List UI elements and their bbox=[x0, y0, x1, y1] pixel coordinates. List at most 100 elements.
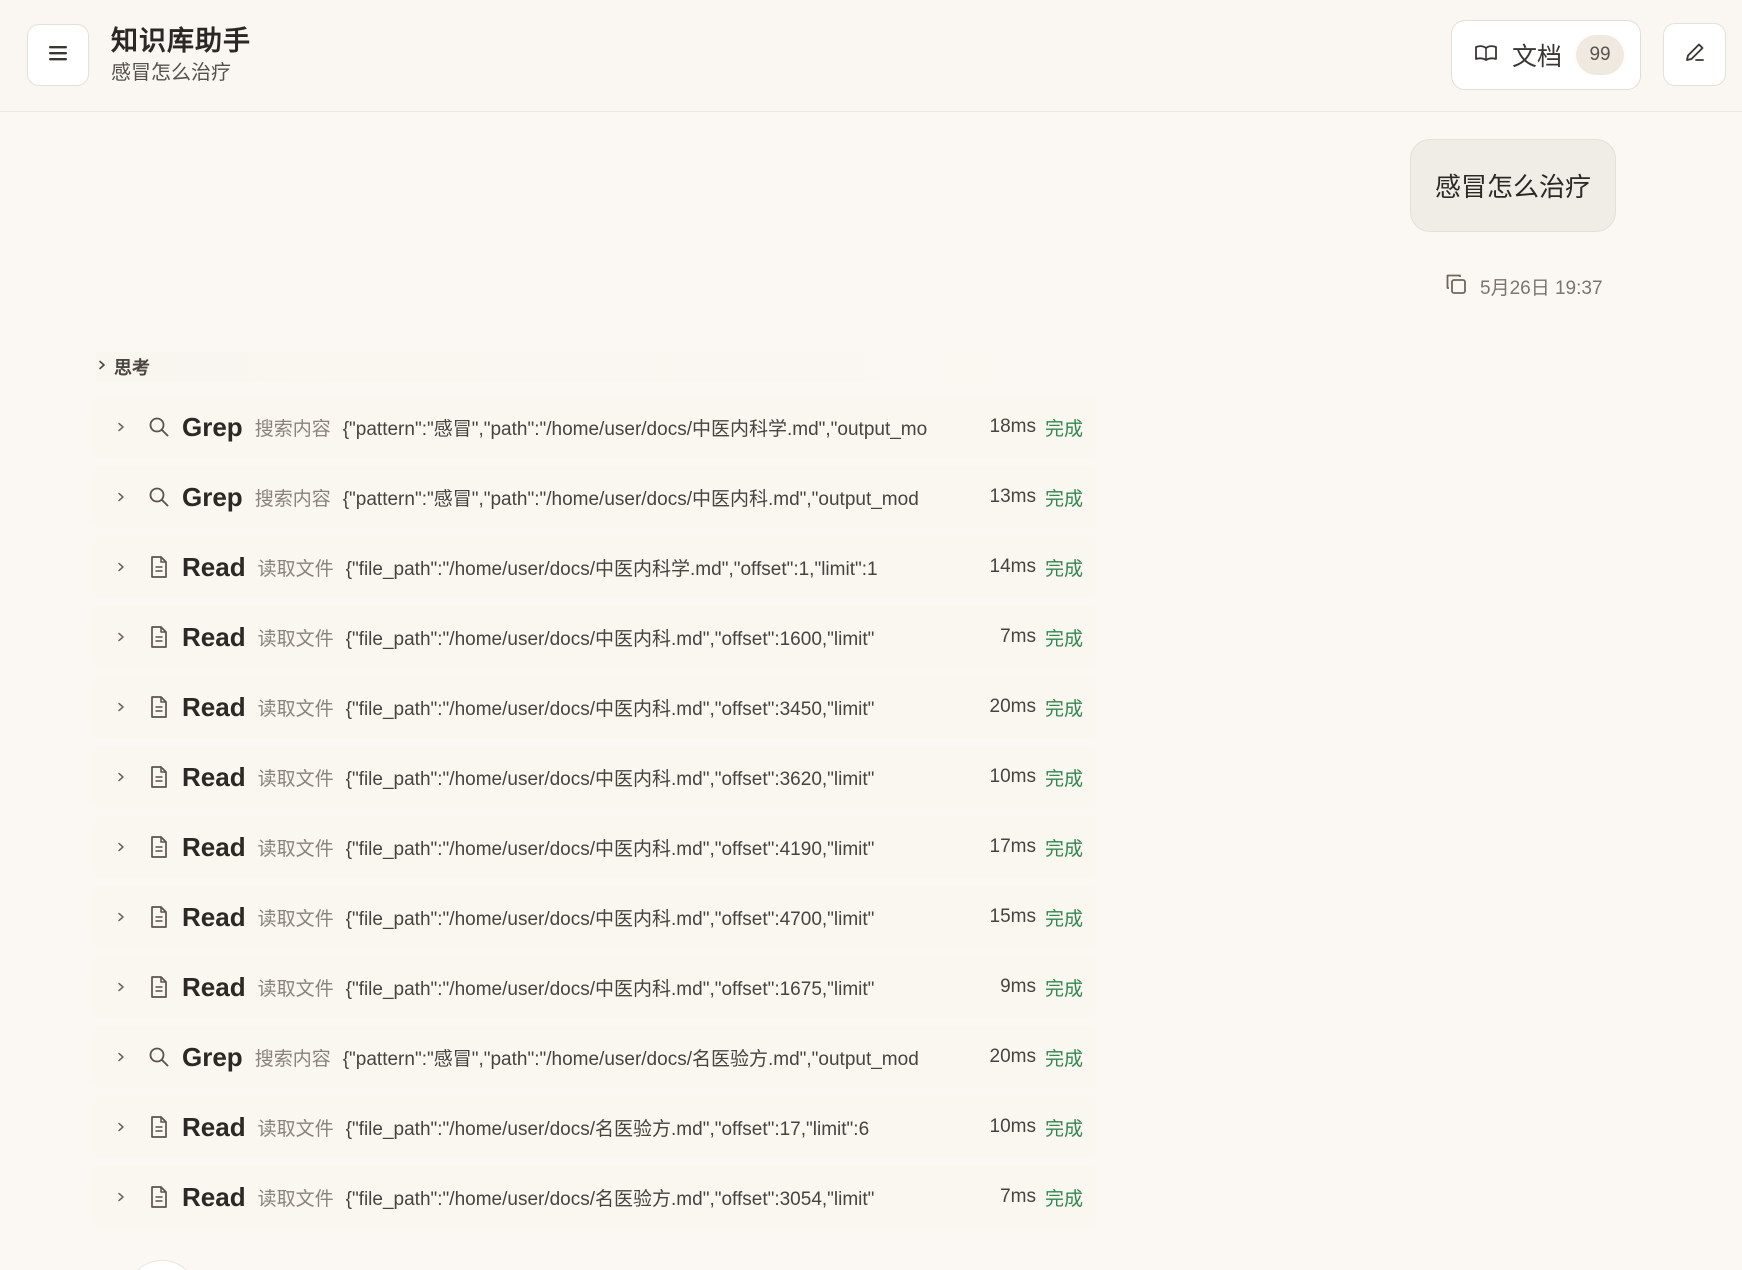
tool-duration: 9ms bbox=[1000, 976, 1036, 997]
chevron-right-icon bbox=[106, 981, 136, 993]
tool-name: Grep bbox=[182, 411, 243, 442]
chevron-right-icon bbox=[106, 701, 136, 713]
tool-duration: 7ms bbox=[1000, 626, 1036, 647]
thinking-label: 思考 bbox=[114, 358, 150, 378]
chevron-right-icon bbox=[106, 911, 136, 923]
tool-name: Read bbox=[182, 691, 246, 722]
tool-name: Read bbox=[182, 761, 246, 792]
search-icon bbox=[146, 486, 172, 508]
file-icon bbox=[146, 555, 172, 579]
tool-arguments: {"pattern":"感冒","path":"/home/user/docs/… bbox=[342, 1048, 919, 1070]
tool-name: Grep bbox=[182, 481, 243, 512]
tool-description: 搜索内容 bbox=[254, 1048, 331, 1070]
tool-name: Read bbox=[182, 831, 246, 862]
tool-arguments: {"file_path":"/home/user/docs/中医内科.md","… bbox=[345, 908, 875, 930]
tool-description: 读取文件 bbox=[257, 628, 334, 650]
tool-call-row[interactable]: Read 读取文件 {"file_path":"/home/user/docs/… bbox=[92, 676, 1098, 738]
tool-duration: 18ms bbox=[989, 416, 1036, 437]
tool-duration: 14ms bbox=[989, 556, 1036, 577]
tool-name: Grep bbox=[182, 1041, 243, 1072]
tool-status: 完成 bbox=[1044, 1188, 1083, 1210]
chevron-right-icon bbox=[106, 841, 136, 853]
tool-status: 完成 bbox=[1044, 558, 1083, 580]
new-chat-button[interactable] bbox=[1663, 23, 1726, 86]
tool-arguments: {"file_path":"/home/user/docs/中医内科学.md",… bbox=[345, 558, 878, 580]
tool-status: 完成 bbox=[1044, 978, 1083, 1000]
search-icon bbox=[146, 416, 172, 438]
tool-arguments: {"file_path":"/home/user/docs/中医内科.md","… bbox=[345, 768, 875, 790]
tool-duration: 20ms bbox=[989, 696, 1036, 717]
tool-description: 读取文件 bbox=[257, 1188, 334, 1210]
app-root: 知识库助手 感冒怎么治疗 文档 99 感冒怎么治疗 5月26日 19:37 思考… bbox=[0, 0, 1742, 1270]
tool-call-row[interactable]: Read 读取文件 {"file_path":"/home/user/docs/… bbox=[92, 886, 1098, 948]
chevron-right-icon bbox=[106, 491, 136, 503]
tool-description: 搜索内容 bbox=[254, 418, 331, 440]
tool-arguments: {"file_path":"/home/user/docs/名医验方.md","… bbox=[345, 1188, 875, 1210]
tool-status: 完成 bbox=[1044, 698, 1083, 720]
tool-call-row[interactable]: Read 读取文件 {"file_path":"/home/user/docs/… bbox=[92, 606, 1098, 668]
tool-duration: 7ms bbox=[1000, 1186, 1036, 1207]
tool-call-row[interactable]: Grep 搜索内容 {"pattern":"感冒","path":"/home/… bbox=[92, 466, 1098, 528]
tool-duration: 15ms bbox=[989, 906, 1036, 927]
chevron-right-icon bbox=[106, 1051, 136, 1063]
tool-call-list: Grep 搜索内容 {"pattern":"感冒","path":"/home/… bbox=[92, 396, 1098, 1236]
chevron-right-icon bbox=[106, 1121, 136, 1133]
file-icon bbox=[146, 695, 172, 719]
tool-description: 读取文件 bbox=[257, 698, 334, 720]
tool-call-row[interactable]: Read 读取文件 {"file_path":"/home/user/docs/… bbox=[92, 956, 1098, 1018]
tool-description: 读取文件 bbox=[257, 558, 334, 580]
tool-status: 完成 bbox=[1044, 628, 1083, 650]
tool-duration: 10ms bbox=[989, 1116, 1036, 1137]
tool-status: 完成 bbox=[1044, 908, 1083, 930]
tool-description: 读取文件 bbox=[257, 768, 334, 790]
tool-name: Read bbox=[182, 971, 246, 1002]
tool-name: Read bbox=[182, 1111, 246, 1142]
tool-call-row[interactable]: Grep 搜索内容 {"pattern":"感冒","path":"/home/… bbox=[92, 1026, 1098, 1088]
tool-duration: 13ms bbox=[989, 486, 1036, 507]
tool-call-row[interactable]: Read 读取文件 {"file_path":"/home/user/docs/… bbox=[92, 816, 1098, 878]
tool-call-row[interactable]: Read 读取文件 {"file_path":"/home/user/docs/… bbox=[92, 1096, 1098, 1158]
tool-status: 完成 bbox=[1044, 768, 1083, 790]
chevron-right-icon bbox=[106, 561, 136, 573]
thinking-toggle[interactable]: 思考 bbox=[96, 352, 1096, 382]
tool-arguments: {"file_path":"/home/user/docs/中医内科.md","… bbox=[345, 838, 875, 860]
tool-description: 读取文件 bbox=[257, 838, 334, 860]
app-title: 知识库助手 bbox=[111, 26, 251, 56]
tool-arguments: {"pattern":"感冒","path":"/home/user/docs/… bbox=[342, 488, 919, 510]
tool-duration: 10ms bbox=[989, 766, 1036, 787]
message-meta: 5月26日 19:37 bbox=[1444, 272, 1603, 301]
chevron-right-icon bbox=[96, 358, 108, 376]
tool-call-row[interactable]: Grep 搜索内容 {"pattern":"感冒","path":"/home/… bbox=[92, 396, 1098, 458]
tool-name: Read bbox=[182, 901, 246, 932]
file-icon bbox=[146, 905, 172, 929]
search-icon bbox=[146, 1046, 172, 1068]
tool-call-row[interactable]: Read 读取文件 {"file_path":"/home/user/docs/… bbox=[92, 536, 1098, 598]
docs-count-badge: 99 bbox=[1576, 35, 1625, 75]
tool-arguments: {"file_path":"/home/user/docs/中医内科.md","… bbox=[345, 978, 875, 1000]
scroll-bottom-button[interactable] bbox=[126, 1260, 198, 1270]
copy-icon[interactable] bbox=[1444, 272, 1468, 301]
message-timestamp: 5月26日 19:37 bbox=[1480, 278, 1603, 299]
tool-description: 读取文件 bbox=[257, 1118, 334, 1140]
tool-arguments: {"pattern":"感冒","path":"/home/user/docs/… bbox=[342, 418, 928, 440]
tool-status: 完成 bbox=[1044, 838, 1083, 860]
tool-status: 完成 bbox=[1044, 418, 1083, 440]
tool-description: 读取文件 bbox=[257, 978, 334, 1000]
tool-call-row[interactable]: Read 读取文件 {"file_path":"/home/user/docs/… bbox=[92, 746, 1098, 808]
pencil-icon bbox=[1683, 40, 1707, 69]
tool-description: 搜索内容 bbox=[254, 488, 331, 510]
file-icon bbox=[146, 1115, 172, 1139]
file-icon bbox=[146, 975, 172, 999]
tool-duration: 20ms bbox=[989, 1046, 1036, 1067]
docs-button[interactable]: 文档 99 bbox=[1451, 20, 1641, 90]
menu-button[interactable] bbox=[27, 24, 89, 86]
tool-duration: 17ms bbox=[989, 836, 1036, 857]
tool-name: Read bbox=[182, 621, 246, 652]
tool-status: 完成 bbox=[1044, 1048, 1083, 1070]
chevron-right-icon bbox=[106, 421, 136, 433]
chevron-right-icon bbox=[106, 631, 136, 643]
tool-call-row[interactable]: Read 读取文件 {"file_path":"/home/user/docs/… bbox=[92, 1166, 1098, 1228]
conversation-subtitle: 感冒怎么治疗 bbox=[111, 62, 231, 84]
tool-name: Read bbox=[182, 1181, 246, 1212]
user-message-bubble: 感冒怎么治疗 bbox=[1410, 139, 1616, 232]
